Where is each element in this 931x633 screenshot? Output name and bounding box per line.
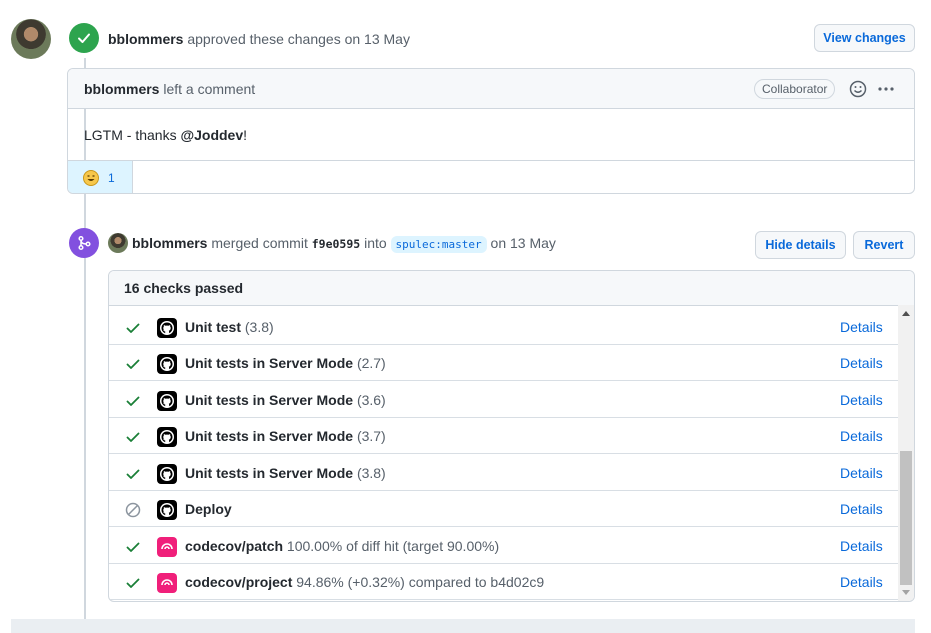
grinning-emoji-icon bbox=[83, 170, 99, 186]
merge-author[interactable]: bblommers bbox=[132, 235, 207, 251]
check-title: Unit tests in Server Mode (2.7) bbox=[185, 355, 386, 371]
merge-into: into bbox=[364, 235, 387, 251]
check-row: Unit tests in Server Mode (3.6) Details bbox=[109, 382, 898, 418]
check-title: Unit test (3.8) bbox=[185, 319, 274, 335]
revert-button[interactable]: Revert bbox=[853, 231, 915, 259]
check-row: Unit tests in Server Mode (3.8) Details bbox=[109, 455, 898, 491]
check-name: Unit tests in Server Mode bbox=[185, 428, 354, 444]
checks-scrollbar[interactable] bbox=[898, 305, 914, 601]
check-name: Deploy bbox=[185, 501, 232, 517]
reactions-row: 1 bbox=[68, 160, 914, 193]
check-details-link[interactable]: Details bbox=[840, 538, 883, 554]
merge-action: merged commit bbox=[211, 235, 308, 251]
hide-details-button[interactable]: Hide details bbox=[755, 231, 846, 259]
scroll-up-arrow-icon[interactable] bbox=[902, 311, 910, 316]
approval-date[interactable]: on 13 May bbox=[345, 31, 410, 47]
check-title: Deploy bbox=[185, 501, 232, 517]
github-actions-icon[interactable] bbox=[157, 464, 177, 484]
check-row: codecov/project 94.86% (+0.32%) compared… bbox=[109, 564, 898, 600]
merge-date[interactable]: on 13 May bbox=[491, 235, 556, 251]
check-row: codecov/patch 100.00% of diff hit (targe… bbox=[109, 528, 898, 564]
check-success-icon bbox=[125, 393, 141, 409]
checks-panel: 16 checks passed Unit test (3.8) Details U… bbox=[108, 270, 915, 602]
check-details-link[interactable]: Details bbox=[840, 428, 883, 444]
check-details-link[interactable]: Details bbox=[840, 392, 883, 408]
comment-author[interactable]: bblommers bbox=[84, 81, 159, 97]
check-title: Unit tests in Server Mode (3.6) bbox=[185, 392, 386, 408]
github-actions-icon[interactable] bbox=[157, 354, 177, 374]
kebab-menu-icon[interactable] bbox=[877, 81, 895, 100]
check-description: 94.86% (+0.32%) compared to b4d02c9 bbox=[296, 574, 545, 590]
check-success-icon bbox=[125, 575, 141, 591]
merge-event: bblommers merged commit f9e0595 into spu… bbox=[132, 235, 556, 253]
check-row: Unit tests in Server Mode (3.7) Details bbox=[109, 418, 898, 454]
check-row: Deploy Details bbox=[109, 491, 898, 527]
check-name: Unit tests in Server Mode bbox=[185, 355, 354, 371]
check-row: Unit test (3.8) Details bbox=[109, 309, 898, 345]
approved-check-icon bbox=[69, 23, 99, 53]
comment-header: bblommers left a comment Collaborator bbox=[68, 69, 914, 109]
merge-icon bbox=[69, 228, 99, 258]
comment-text: LGTM - thanks bbox=[84, 127, 181, 143]
check-success-icon bbox=[125, 539, 141, 555]
check-name: Unit tests in Server Mode bbox=[185, 392, 354, 408]
check-details-link[interactable]: Details bbox=[840, 355, 883, 371]
scroll-down-arrow-icon[interactable] bbox=[902, 590, 910, 595]
check-name: Unit tests in Server Mode bbox=[185, 465, 354, 481]
approval-author[interactable]: bblommers bbox=[108, 31, 183, 47]
check-success-icon bbox=[125, 320, 141, 336]
smiley-icon[interactable] bbox=[849, 80, 867, 101]
scroll-thumb[interactable] bbox=[900, 451, 912, 585]
check-success-icon bbox=[125, 356, 141, 372]
checks-summary: 16 checks passed bbox=[109, 271, 914, 306]
check-details-link[interactable]: Details bbox=[840, 465, 883, 481]
check-details-link[interactable]: Details bbox=[840, 319, 883, 335]
reaction-button[interactable]: 1 bbox=[68, 161, 133, 193]
codecov-icon[interactable] bbox=[157, 537, 177, 557]
check-success-icon bbox=[125, 429, 141, 445]
comment-text-end: ! bbox=[243, 127, 248, 143]
check-skipped-icon bbox=[125, 502, 141, 518]
view-changes-button[interactable]: View changes bbox=[814, 24, 915, 52]
check-description: (3.8) bbox=[244, 319, 274, 335]
check-row: Unit tests in Server Mode (2.7) Details bbox=[109, 345, 898, 381]
horizontal-scrollbar[interactable] bbox=[11, 619, 915, 633]
commit-sha-link[interactable]: f9e0595 bbox=[312, 237, 360, 251]
check-success-icon bbox=[125, 466, 141, 482]
check-name: codecov/patch bbox=[185, 538, 284, 554]
approval-event: bblommers approved these changes on 13 M… bbox=[108, 31, 410, 47]
check-name: Unit test bbox=[185, 319, 241, 335]
check-details-link[interactable]: Details bbox=[840, 501, 883, 517]
comment-body: LGTM - thanks @Joddev! bbox=[84, 127, 247, 143]
check-description: (3.8) bbox=[356, 465, 386, 481]
check-title: codecov/project 94.86% (+0.32%) compared… bbox=[185, 574, 544, 590]
comment-box: bblommers left a comment Collaborator LG… bbox=[67, 68, 915, 194]
check-description: 100.00% of diff hit (target 90.00%) bbox=[286, 538, 500, 554]
check-title: codecov/patch 100.00% of diff hit (targe… bbox=[185, 538, 499, 554]
comment-author-line: bblommers left a comment bbox=[84, 81, 255, 97]
github-actions-icon[interactable] bbox=[157, 427, 177, 447]
github-actions-icon[interactable] bbox=[157, 318, 177, 338]
mention-link[interactable]: @Joddev bbox=[180, 127, 243, 143]
check-title: Unit tests in Server Mode (3.8) bbox=[185, 465, 386, 481]
branch-label[interactable]: spulec:master bbox=[390, 236, 487, 253]
check-description: (3.6) bbox=[356, 392, 386, 408]
check-details-link[interactable]: Details bbox=[840, 574, 883, 590]
collaborator-label: Collaborator bbox=[754, 79, 836, 99]
reaction-count: 1 bbox=[108, 171, 115, 185]
check-description: (2.7) bbox=[356, 355, 386, 371]
merge-author-avatar[interactable] bbox=[108, 233, 128, 253]
check-name: codecov/project bbox=[185, 574, 293, 590]
github-actions-icon[interactable] bbox=[157, 391, 177, 411]
codecov-icon[interactable] bbox=[157, 573, 177, 593]
github-actions-icon[interactable] bbox=[157, 500, 177, 520]
approval-text: approved these changes bbox=[187, 31, 341, 47]
check-title: Unit tests in Server Mode (3.7) bbox=[185, 428, 386, 444]
comment-action: left a comment bbox=[163, 81, 256, 97]
check-description: (3.7) bbox=[356, 428, 386, 444]
avatar[interactable] bbox=[11, 19, 51, 59]
